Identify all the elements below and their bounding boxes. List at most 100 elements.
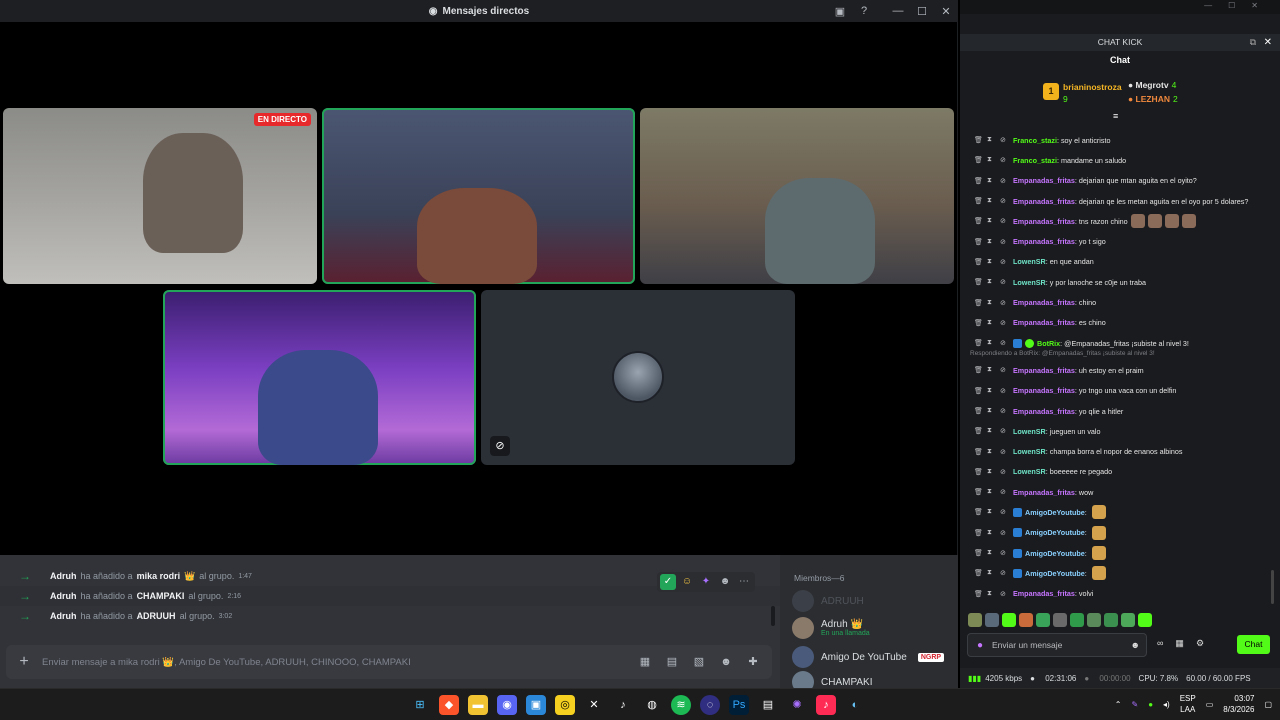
chat-username[interactable]: LowenSR — [1013, 257, 1046, 266]
timeout-icon[interactable]: ⧗ — [987, 529, 1000, 537]
chat-username[interactable]: Empanadas_fritas — [1013, 366, 1075, 375]
timeout-icon[interactable]: ⧗ — [987, 299, 1000, 307]
delete-icon[interactable]: 🗑 — [974, 387, 987, 395]
timeout-icon[interactable]: ⧗ — [987, 217, 1000, 225]
ban-icon[interactable]: ⊘ — [1000, 387, 1013, 395]
clock[interactable]: 03:07 8/3/2026 — [1223, 693, 1254, 715]
chat-username[interactable]: LowenSR — [1013, 467, 1046, 476]
ban-icon[interactable]: ⊘ — [1000, 197, 1013, 205]
spotify-icon[interactable]: ≋ — [671, 695, 691, 715]
ban-icon[interactable]: ⊘ — [1000, 590, 1013, 598]
check-reaction-icon[interactable]: ✓ — [660, 574, 676, 590]
chat-message[interactable]: 🗑 ⧗ ⊘ Empanadas_fritas: yo qlie a hitler — [974, 401, 1269, 421]
emote-icon[interactable] — [985, 613, 999, 627]
emote-icon[interactable] — [1104, 613, 1118, 627]
timeout-icon[interactable]: ⧗ — [987, 339, 1000, 347]
terminal-icon[interactable]: ▤ — [758, 695, 778, 715]
ban-icon[interactable]: ⊘ — [1000, 278, 1013, 286]
timeout-icon[interactable]: ⧗ — [987, 136, 1000, 144]
close-button[interactable]: ✕ — [934, 5, 958, 18]
mic-tray-icon[interactable]: ● — [1148, 700, 1153, 709]
delete-icon[interactable]: 🗑 — [974, 468, 987, 476]
ban-icon[interactable]: ⊘ — [1000, 508, 1013, 516]
emote-icon[interactable] — [1087, 613, 1101, 627]
delete-icon[interactable]: 🗑 — [974, 448, 987, 456]
emoji-icon[interactable]: ☻ — [1131, 640, 1140, 650]
chat-username[interactable]: Empanadas_fritas — [1013, 217, 1075, 226]
delete-icon[interactable]: 🗑 — [974, 217, 987, 225]
mic-icon[interactable]: ● — [968, 640, 992, 651]
steam-icon[interactable]: ◐ — [845, 695, 865, 715]
chrome-icon[interactable]: ◍ — [642, 695, 662, 715]
emote-icon[interactable] — [1036, 613, 1050, 627]
timeout-icon[interactable]: ⧗ — [987, 549, 1000, 557]
add-reaction-icon[interactable]: ☻ — [717, 574, 733, 590]
chat-message[interactable]: 🗑 ⧗ ⊘ Empanadas_fritas: tns razon chino — [974, 211, 1269, 231]
settings-icon[interactable]: ⚙ — [1196, 638, 1204, 649]
chat-username[interactable]: AmigoDeYoutube — [1025, 508, 1085, 517]
timeout-icon[interactable]: ⧗ — [987, 407, 1000, 415]
folder-icon[interactable]: ▬ — [468, 695, 488, 715]
chat-message[interactable]: 🗑 ⧗ ⊘ Empanadas_fritas: dejarian que mtan a… — [974, 171, 1269, 191]
chat-message[interactable]: 🗑 ⧗ ⊘ Empanadas_fritas: es chino — [974, 313, 1269, 333]
timeout-icon[interactable]: ⧗ — [987, 590, 1000, 598]
actor-name[interactable]: Adruh — [50, 571, 77, 581]
chat-username[interactable]: Empanadas_fritas — [1013, 197, 1075, 206]
kick-scrollbar[interactable] — [1271, 570, 1274, 604]
ban-icon[interactable]: ⊘ — [1000, 488, 1013, 496]
ban-icon[interactable]: ⊘ — [1000, 529, 1013, 537]
store-icon[interactable]: ▦ — [1175, 638, 1184, 649]
target-name[interactable]: mika rodri — [137, 571, 181, 581]
member-item[interactable]: Amigo De YouTube NGRP — [792, 646, 945, 668]
timeout-icon[interactable]: ⧗ — [987, 427, 1000, 435]
delete-icon[interactable]: 🗑 — [974, 407, 987, 415]
points-icon[interactable]: ∞ — [1157, 638, 1163, 649]
delete-icon[interactable]: 🗑 — [974, 319, 987, 327]
delete-icon[interactable]: 🗑 — [974, 549, 987, 557]
maximize-button[interactable]: ☐ — [910, 5, 934, 18]
emoji-reaction-icon[interactable]: ☺ — [679, 574, 695, 590]
chat-username[interactable]: BotRix — [1037, 339, 1060, 348]
delete-icon[interactable]: 🗑 — [974, 366, 987, 374]
close-icon[interactable]: ✕ — [1264, 34, 1272, 51]
chat-username[interactable]: LowenSR — [1013, 427, 1046, 436]
network-icon[interactable]: ▭ — [1206, 700, 1214, 709]
emoji-icon[interactable]: ☻ — [717, 653, 735, 671]
second-gifter[interactable]: ● Megrotv 4 — [1128, 80, 1176, 90]
chat-message[interactable]: 🗑 ⧗ ⊘ Franco_stazi: mandame un saludo — [974, 150, 1269, 170]
timeout-icon[interactable]: ⧗ — [987, 319, 1000, 327]
timeout-icon[interactable]: ⧗ — [987, 258, 1000, 266]
chat-message[interactable]: 🗑 ⧗ ⊘ Empanadas_fritas: yo t sigo — [974, 231, 1269, 251]
video-tile-4[interactable] — [163, 290, 476, 465]
delete-icon[interactable]: 🗑 — [974, 569, 987, 577]
delete-icon[interactable]: 🗑 — [974, 508, 987, 516]
timeout-icon[interactable]: ⧗ — [987, 156, 1000, 164]
delete-icon[interactable]: 🗑 — [974, 488, 987, 496]
delete-icon[interactable]: 🗑 — [974, 156, 987, 164]
chat-username[interactable]: AmigoDeYoutube — [1025, 549, 1085, 558]
chat-message[interactable]: 🗑 ⧗ ⊘ Franco_stazi: soy el anticristo — [974, 130, 1269, 150]
ban-icon[interactable]: ⊘ — [1000, 448, 1013, 456]
chat-username[interactable]: Franco_stazi — [1013, 136, 1057, 145]
chat-message[interactable]: 🗑 ⧗ ⊘ LowenSR: champa borra el nopor de ena… — [974, 441, 1269, 461]
delete-icon[interactable]: 🗑 — [974, 427, 987, 435]
undock-icon[interactable]: ⧉ — [1250, 34, 1256, 51]
chat-username[interactable]: AmigoDeYoutube — [1025, 528, 1085, 537]
delete-icon[interactable]: 🗑 — [974, 278, 987, 286]
chat-username[interactable]: Empanadas_fritas — [1013, 488, 1075, 497]
chat-username[interactable]: Empanadas_fritas — [1013, 407, 1075, 416]
emote-icon[interactable] — [1053, 613, 1067, 627]
video-tile-1[interactable]: EN DIRECTO — [3, 108, 317, 284]
delete-icon[interactable]: 🗑 — [974, 299, 987, 307]
chat-username[interactable]: Empanadas_fritas — [1013, 176, 1075, 185]
chat-scrollbar[interactable] — [771, 606, 775, 626]
tiktok-live-icon[interactable]: ♪ — [816, 695, 836, 715]
ban-icon[interactable]: ⊘ — [1000, 468, 1013, 476]
tiktok-icon[interactable]: ♪ — [613, 695, 633, 715]
chat-username[interactable]: Empanadas_fritas — [1013, 298, 1075, 307]
third-gifter[interactable]: ● LEZHAN 2 — [1128, 94, 1178, 104]
delete-icon[interactable]: 🗑 — [974, 529, 987, 537]
pen-icon[interactable]: ✎ — [1131, 700, 1138, 709]
emote-icon[interactable] — [1138, 613, 1152, 627]
chat-username[interactable]: Empanadas_fritas — [1013, 318, 1075, 327]
